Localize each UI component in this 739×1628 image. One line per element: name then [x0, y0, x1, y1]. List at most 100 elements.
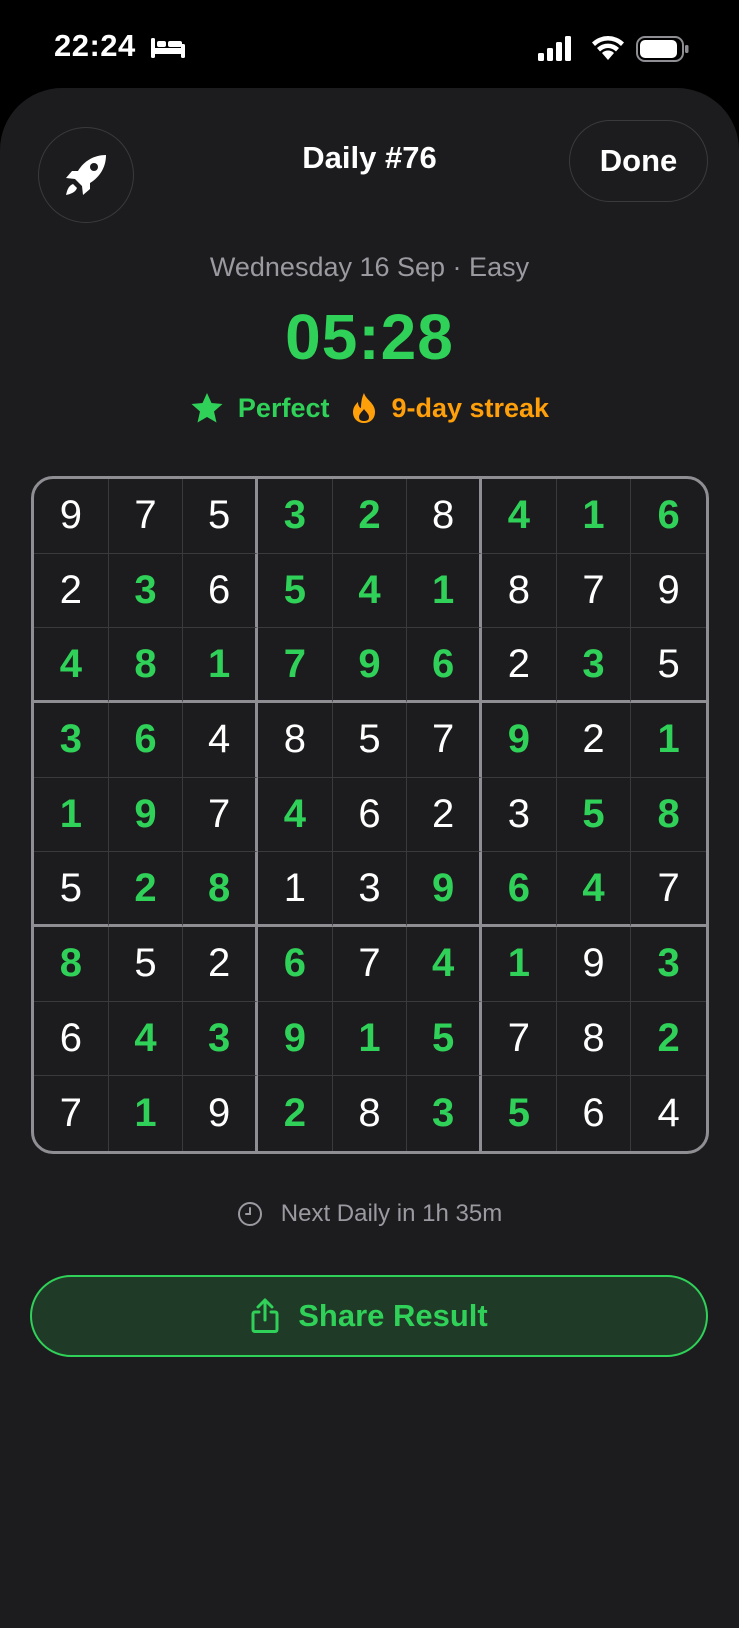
sudoku-cell[interactable]: 6: [332, 777, 408, 853]
sudoku-cell[interactable]: 5: [631, 628, 706, 703]
sudoku-cell[interactable]: 4: [556, 852, 632, 927]
sudoku-cell[interactable]: 4: [34, 628, 109, 703]
sudoku-cell[interactable]: 7: [481, 1001, 557, 1077]
sudoku-cell[interactable]: 4: [183, 702, 258, 778]
sudoku-cell[interactable]: 4: [407, 926, 482, 1002]
sudoku-cells: 9753284162365418794817962353648579211974…: [34, 479, 706, 1151]
sudoku-cell[interactable]: 5: [407, 1001, 482, 1077]
sudoku-cell[interactable]: 4: [257, 777, 333, 853]
sudoku-cell[interactable]: 5: [183, 479, 258, 554]
sudoku-cell[interactable]: 1: [34, 777, 109, 853]
sudoku-cell[interactable]: 2: [108, 852, 184, 927]
star-icon: [191, 393, 223, 423]
sudoku-cell[interactable]: 9: [481, 702, 557, 778]
sudoku-cell[interactable]: 8: [481, 553, 557, 629]
sudoku-cell[interactable]: 1: [257, 852, 333, 927]
sudoku-cell[interactable]: 8: [257, 702, 333, 778]
sudoku-cell[interactable]: 6: [108, 702, 184, 778]
streak-badge: 9-day streak: [351, 392, 549, 424]
sudoku-cell[interactable]: 4: [332, 553, 408, 629]
sudoku-cell[interactable]: 2: [556, 702, 632, 778]
sudoku-cell[interactable]: 6: [407, 628, 482, 703]
sudoku-cell[interactable]: 8: [183, 852, 258, 927]
sudoku-cell[interactable]: 4: [481, 479, 557, 554]
sudoku-cell[interactable]: 7: [631, 852, 706, 927]
sudoku-cell[interactable]: 2: [481, 628, 557, 703]
sudoku-cell[interactable]: 8: [108, 628, 184, 703]
sudoku-cell[interactable]: 3: [34, 702, 109, 778]
clock-icon: [237, 1202, 262, 1226]
sudoku-cell[interactable]: 9: [556, 926, 632, 1002]
sudoku-cell[interactable]: 1: [556, 479, 632, 554]
done-button[interactable]: Done: [569, 120, 708, 202]
sudoku-cell[interactable]: 5: [34, 852, 109, 927]
sudoku-cell[interactable]: 3: [257, 479, 333, 554]
sudoku-cell[interactable]: 7: [183, 777, 258, 853]
battery-icon: [636, 36, 689, 62]
sudoku-cell[interactable]: 8: [631, 778, 706, 853]
perfect-label: Perfect: [237, 392, 330, 423]
sudoku-cell[interactable]: 2: [34, 553, 109, 629]
sudoku-cell[interactable]: 5: [332, 702, 408, 778]
sudoku-cell[interactable]: 6: [257, 926, 333, 1002]
sudoku-cell[interactable]: 9: [407, 852, 482, 927]
sudoku-cell[interactable]: 8: [407, 479, 482, 554]
sudoku-cell[interactable]: 3: [631, 927, 706, 1002]
sudoku-cell[interactable]: 1: [631, 703, 706, 778]
next-daily-label: Next Daily in 1h 35m: [280, 1200, 503, 1227]
sudoku-cell[interactable]: 5: [257, 553, 333, 629]
sudoku-cell[interactable]: 4: [631, 1076, 706, 1151]
sudoku-cell[interactable]: 1: [407, 553, 482, 629]
sudoku-cell[interactable]: 9: [631, 554, 706, 629]
sudoku-cell[interactable]: 7: [556, 553, 632, 629]
sudoku-cell[interactable]: 3: [108, 553, 184, 629]
sudoku-cell[interactable]: 3: [407, 1076, 482, 1151]
sudoku-cell[interactable]: 7: [257, 628, 333, 703]
sudoku-cell[interactable]: 4: [108, 1001, 184, 1077]
sudoku-cell[interactable]: 9: [183, 1076, 258, 1151]
sudoku-cell[interactable]: 5: [108, 926, 184, 1002]
cellular-signal-icon: [538, 36, 571, 61]
sudoku-cell[interactable]: 5: [556, 777, 632, 853]
sudoku-cell[interactable]: 6: [34, 1001, 109, 1077]
sudoku-cell[interactable]: 5: [482, 1076, 557, 1151]
sudoku-cell[interactable]: 9: [34, 479, 109, 554]
sudoku-cell[interactable]: 3: [183, 1001, 258, 1077]
sudoku-cell[interactable]: 2: [332, 479, 408, 554]
sudoku-cell[interactable]: 1: [332, 1001, 408, 1077]
date-difficulty-label: Wednesday 16 Sep · Easy: [209, 252, 530, 282]
sudoku-cell[interactable]: 6: [631, 479, 706, 554]
sudoku-cell[interactable]: 2: [258, 1076, 333, 1151]
perfect-badge: Perfect: [190, 392, 330, 424]
sudoku-cell[interactable]: 8: [34, 926, 109, 1002]
sudoku-cell[interactable]: 9: [108, 777, 184, 853]
sudoku-cell[interactable]: 7: [108, 479, 184, 554]
sudoku-cell[interactable]: 3: [332, 852, 408, 927]
sudoku-cell[interactable]: 7: [407, 702, 482, 778]
sudoku-cell[interactable]: 3: [556, 628, 632, 703]
sudoku-cell[interactable]: 8: [556, 1001, 632, 1077]
sudoku-cell[interactable]: 7: [332, 926, 408, 1002]
share-result-button[interactable]: Share Result: [30, 1275, 708, 1357]
wifi-icon: [592, 36, 624, 60]
streak-label: 9-day streak: [391, 392, 550, 423]
sudoku-cell[interactable]: 1: [183, 628, 258, 703]
sudoku-cell[interactable]: 1: [109, 1076, 184, 1151]
sudoku-cell[interactable]: 6: [183, 553, 258, 629]
sudoku-cell[interactable]: 9: [332, 628, 408, 703]
flame-icon: [353, 393, 376, 423]
sudoku-cell[interactable]: 1: [481, 926, 557, 1002]
sudoku-cell[interactable]: 2: [183, 926, 258, 1002]
sudoku-cell[interactable]: 3: [481, 777, 557, 853]
sudoku-cell[interactable]: 9: [257, 1001, 333, 1077]
next-daily-info: Next Daily in 1h 35m: [0, 1200, 739, 1228]
sudoku-cell[interactable]: 7: [34, 1076, 109, 1151]
sudoku-cell[interactable]: 8: [333, 1076, 408, 1151]
sudoku-cell[interactable]: 2: [631, 1002, 706, 1077]
sudoku-board: 9753284162365418794817962353648579211974…: [31, 476, 709, 1154]
completion-time: 05:28: [285, 301, 454, 373]
status-bar: 22:24: [0, 0, 739, 90]
sudoku-cell[interactable]: 6: [481, 852, 557, 927]
sudoku-cell[interactable]: 6: [557, 1076, 632, 1151]
sudoku-cell[interactable]: 2: [407, 777, 482, 853]
